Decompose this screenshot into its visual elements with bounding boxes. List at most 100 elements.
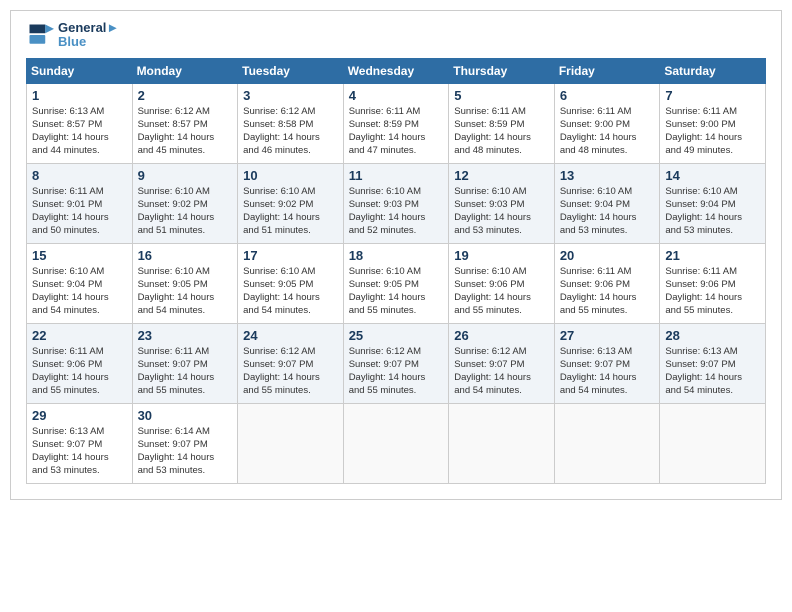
day-info: Sunrise: 6:11 AMSunset: 9:00 PMDaylight:…	[665, 105, 760, 158]
day-number: 7	[665, 88, 760, 103]
day-cell: 9 Sunrise: 6:10 AMSunset: 9:02 PMDayligh…	[132, 163, 238, 243]
day-info: Sunrise: 6:10 AMSunset: 9:05 PMDaylight:…	[138, 265, 233, 318]
day-number: 8	[32, 168, 127, 183]
day-info: Sunrise: 6:10 AMSunset: 9:04 PMDaylight:…	[32, 265, 127, 318]
day-info: Sunrise: 6:10 AMSunset: 9:02 PMDaylight:…	[138, 185, 233, 238]
day-cell: 18 Sunrise: 6:10 AMSunset: 9:05 PMDaylig…	[343, 243, 449, 323]
calendar-table: SundayMondayTuesdayWednesdayThursdayFrid…	[26, 58, 766, 484]
day-cell: 8 Sunrise: 6:11 AMSunset: 9:01 PMDayligh…	[27, 163, 133, 243]
day-cell: 5 Sunrise: 6:11 AMSunset: 8:59 PMDayligh…	[449, 83, 555, 163]
day-number: 4	[349, 88, 444, 103]
day-info: Sunrise: 6:13 AMSunset: 9:07 PMDaylight:…	[32, 425, 127, 478]
day-cell	[343, 403, 449, 483]
day-number: 11	[349, 168, 444, 183]
day-cell: 7 Sunrise: 6:11 AMSunset: 9:00 PMDayligh…	[660, 83, 766, 163]
week-row-2: 8 Sunrise: 6:11 AMSunset: 9:01 PMDayligh…	[27, 163, 766, 243]
day-number: 10	[243, 168, 338, 183]
day-number: 12	[454, 168, 549, 183]
week-row-5: 29 Sunrise: 6:13 AMSunset: 9:07 PMDaylig…	[27, 403, 766, 483]
day-info: Sunrise: 6:12 AMSunset: 8:58 PMDaylight:…	[243, 105, 338, 158]
day-cell: 17 Sunrise: 6:10 AMSunset: 9:05 PMDaylig…	[238, 243, 344, 323]
day-number: 17	[243, 248, 338, 263]
day-info: Sunrise: 6:10 AMSunset: 9:05 PMDaylight:…	[349, 265, 444, 318]
day-info: Sunrise: 6:13 AMSunset: 8:57 PMDaylight:…	[32, 105, 127, 158]
day-cell: 25 Sunrise: 6:12 AMSunset: 9:07 PMDaylig…	[343, 323, 449, 403]
day-cell: 26 Sunrise: 6:12 AMSunset: 9:07 PMDaylig…	[449, 323, 555, 403]
day-info: Sunrise: 6:10 AMSunset: 9:05 PMDaylight:…	[243, 265, 338, 318]
logo: General► Blue	[26, 21, 119, 50]
day-number: 30	[138, 408, 233, 423]
header-cell-monday: Monday	[132, 58, 238, 83]
day-info: Sunrise: 6:12 AMSunset: 9:07 PMDaylight:…	[243, 345, 338, 398]
day-cell	[238, 403, 344, 483]
day-cell: 15 Sunrise: 6:10 AMSunset: 9:04 PMDaylig…	[27, 243, 133, 323]
week-row-4: 22 Sunrise: 6:11 AMSunset: 9:06 PMDaylig…	[27, 323, 766, 403]
day-cell: 6 Sunrise: 6:11 AMSunset: 9:00 PMDayligh…	[554, 83, 660, 163]
day-number: 9	[138, 168, 233, 183]
day-info: Sunrise: 6:10 AMSunset: 9:02 PMDaylight:…	[243, 185, 338, 238]
day-info: Sunrise: 6:10 AMSunset: 9:04 PMDaylight:…	[560, 185, 655, 238]
day-info: Sunrise: 6:11 AMSunset: 9:06 PMDaylight:…	[32, 345, 127, 398]
header-cell-tuesday: Tuesday	[238, 58, 344, 83]
logo-text: General► Blue	[58, 21, 119, 50]
day-number: 14	[665, 168, 760, 183]
day-number: 23	[138, 328, 233, 343]
day-cell: 23 Sunrise: 6:11 AMSunset: 9:07 PMDaylig…	[132, 323, 238, 403]
day-cell: 11 Sunrise: 6:10 AMSunset: 9:03 PMDaylig…	[343, 163, 449, 243]
day-number: 21	[665, 248, 760, 263]
day-cell: 29 Sunrise: 6:13 AMSunset: 9:07 PMDaylig…	[27, 403, 133, 483]
day-info: Sunrise: 6:11 AMSunset: 8:59 PMDaylight:…	[349, 105, 444, 158]
day-cell: 2 Sunrise: 6:12 AMSunset: 8:57 PMDayligh…	[132, 83, 238, 163]
header-row: SundayMondayTuesdayWednesdayThursdayFrid…	[27, 58, 766, 83]
day-number: 5	[454, 88, 549, 103]
day-cell: 1 Sunrise: 6:13 AMSunset: 8:57 PMDayligh…	[27, 83, 133, 163]
day-cell: 27 Sunrise: 6:13 AMSunset: 9:07 PMDaylig…	[554, 323, 660, 403]
day-number: 20	[560, 248, 655, 263]
header-cell-saturday: Saturday	[660, 58, 766, 83]
day-number: 3	[243, 88, 338, 103]
day-info: Sunrise: 6:14 AMSunset: 9:07 PMDaylight:…	[138, 425, 233, 478]
day-number: 25	[349, 328, 444, 343]
day-cell: 3 Sunrise: 6:12 AMSunset: 8:58 PMDayligh…	[238, 83, 344, 163]
day-number: 13	[560, 168, 655, 183]
day-info: Sunrise: 6:11 AMSunset: 9:07 PMDaylight:…	[138, 345, 233, 398]
header-cell-thursday: Thursday	[449, 58, 555, 83]
day-cell	[660, 403, 766, 483]
day-number: 1	[32, 88, 127, 103]
day-info: Sunrise: 6:13 AMSunset: 9:07 PMDaylight:…	[665, 345, 760, 398]
day-cell: 28 Sunrise: 6:13 AMSunset: 9:07 PMDaylig…	[660, 323, 766, 403]
day-info: Sunrise: 6:11 AMSunset: 9:01 PMDaylight:…	[32, 185, 127, 238]
day-number: 2	[138, 88, 233, 103]
day-number: 18	[349, 248, 444, 263]
header: General► Blue	[26, 21, 766, 50]
day-cell: 20 Sunrise: 6:11 AMSunset: 9:06 PMDaylig…	[554, 243, 660, 323]
week-row-1: 1 Sunrise: 6:13 AMSunset: 8:57 PMDayligh…	[27, 83, 766, 163]
day-cell: 16 Sunrise: 6:10 AMSunset: 9:05 PMDaylig…	[132, 243, 238, 323]
day-info: Sunrise: 6:11 AMSunset: 8:59 PMDaylight:…	[454, 105, 549, 158]
header-cell-wednesday: Wednesday	[343, 58, 449, 83]
week-row-3: 15 Sunrise: 6:10 AMSunset: 9:04 PMDaylig…	[27, 243, 766, 323]
day-info: Sunrise: 6:11 AMSunset: 9:06 PMDaylight:…	[665, 265, 760, 318]
day-number: 28	[665, 328, 760, 343]
day-number: 15	[32, 248, 127, 263]
day-number: 22	[32, 328, 127, 343]
day-info: Sunrise: 6:10 AMSunset: 9:03 PMDaylight:…	[349, 185, 444, 238]
day-info: Sunrise: 6:12 AMSunset: 8:57 PMDaylight:…	[138, 105, 233, 158]
day-info: Sunrise: 6:13 AMSunset: 9:07 PMDaylight:…	[560, 345, 655, 398]
day-number: 6	[560, 88, 655, 103]
day-number: 26	[454, 328, 549, 343]
header-cell-friday: Friday	[554, 58, 660, 83]
day-cell: 4 Sunrise: 6:11 AMSunset: 8:59 PMDayligh…	[343, 83, 449, 163]
day-number: 27	[560, 328, 655, 343]
day-info: Sunrise: 6:12 AMSunset: 9:07 PMDaylight:…	[349, 345, 444, 398]
day-info: Sunrise: 6:12 AMSunset: 9:07 PMDaylight:…	[454, 345, 549, 398]
day-cell: 13 Sunrise: 6:10 AMSunset: 9:04 PMDaylig…	[554, 163, 660, 243]
day-cell: 19 Sunrise: 6:10 AMSunset: 9:06 PMDaylig…	[449, 243, 555, 323]
day-cell: 21 Sunrise: 6:11 AMSunset: 9:06 PMDaylig…	[660, 243, 766, 323]
header-cell-sunday: Sunday	[27, 58, 133, 83]
day-cell: 30 Sunrise: 6:14 AMSunset: 9:07 PMDaylig…	[132, 403, 238, 483]
day-cell: 14 Sunrise: 6:10 AMSunset: 9:04 PMDaylig…	[660, 163, 766, 243]
day-number: 24	[243, 328, 338, 343]
day-cell	[554, 403, 660, 483]
day-number: 19	[454, 248, 549, 263]
